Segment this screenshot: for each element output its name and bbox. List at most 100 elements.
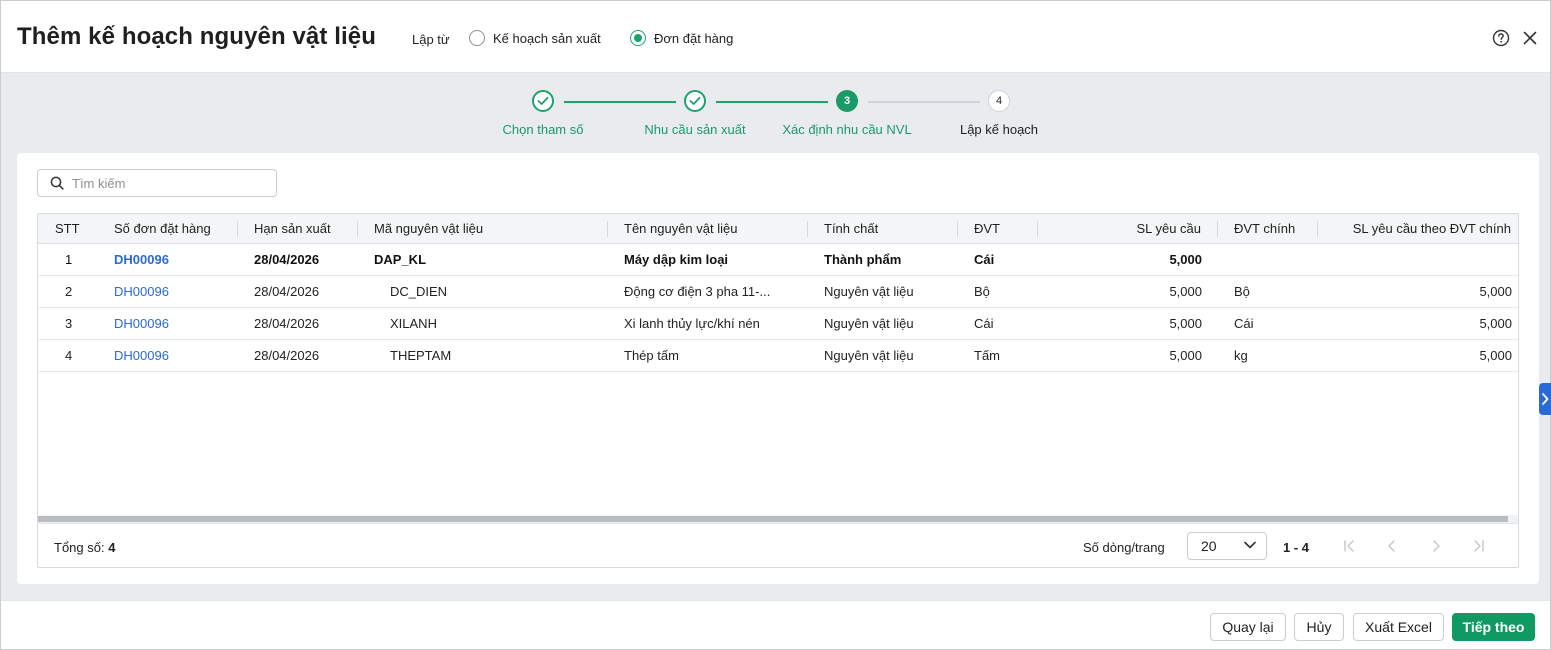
cell-deadline: 28/04/2026 <box>254 316 320 331</box>
total-label: Tổng số: <box>54 540 105 555</box>
scrollbar-thumb[interactable] <box>38 516 1508 522</box>
cell-nature: Thành phẩm <box>824 252 902 267</box>
column-header-material-code[interactable]: Mã nguyên vật liệu <box>374 214 483 244</box>
cell-nature: Nguyên vật liệu <box>824 348 914 363</box>
horizontal-scrollbar[interactable] <box>38 515 1518 523</box>
side-panel-toggle[interactable] <box>1539 383 1551 415</box>
grid-footer: Tổng số: 4 Số dòng/trang 20 1 - 4 <box>38 523 1518 567</box>
cell-material-name: Máy dập kim loại <box>624 252 729 267</box>
close-icon[interactable] <box>1521 29 1539 47</box>
cell-unit: Bộ <box>974 284 990 299</box>
prev-page-icon[interactable] <box>1383 537 1401 555</box>
table-row[interactable]: 2 DH00096 28/04/2026 DC_DIEN Động cơ điệ… <box>38 276 1518 308</box>
search-input[interactable] <box>72 175 262 191</box>
step-2-label: Nhu cầu sản xuất <box>644 122 746 137</box>
cell-qty: 5,000 <box>1169 316 1202 331</box>
page-range: 1 - 4 <box>1283 540 1310 555</box>
cell-main-unit: Bộ <box>1234 284 1250 299</box>
cell-order-link[interactable]: DH00096 <box>114 276 169 308</box>
cell-main-qty: 5,000 <box>1479 316 1512 331</box>
next-page-icon[interactable] <box>1427 537 1445 555</box>
step-3-number[interactable]: 3 <box>836 90 858 112</box>
cell-stt: 2 <box>65 284 73 299</box>
cell-material-code: THEPTAM <box>390 348 452 363</box>
cell-main-unit: kg <box>1234 348 1248 363</box>
chevron-right-icon <box>1542 393 1549 405</box>
column-separator[interactable] <box>237 221 238 237</box>
cell-stt: 4 <box>65 348 73 363</box>
radio-circle[interactable] <box>469 30 485 46</box>
search-box[interactable] <box>37 169 277 197</box>
radio-circle[interactable] <box>630 30 646 46</box>
cell-qty: 5,000 <box>1169 252 1202 267</box>
cell-nature: Nguyên vật liệu <box>824 316 914 331</box>
step-2-check-icon[interactable] <box>684 90 706 112</box>
step-connector <box>564 101 676 103</box>
cell-unit: Cái <box>974 252 995 267</box>
step-1-check-icon[interactable] <box>532 90 554 112</box>
column-header-material-name[interactable]: Tên nguyên vật liệu <box>624 214 737 244</box>
check-icon <box>689 96 701 105</box>
column-header-deadline[interactable]: Hạn sản xuất <box>254 214 331 244</box>
cell-order-link[interactable]: DH00096 <box>114 340 169 372</box>
content-card: STT Số đơn đặt hàng Hạn sản xuất Mã nguy… <box>17 153 1539 584</box>
cell-stt: 3 <box>65 316 73 331</box>
export-excel-button[interactable]: Xuất Excel <box>1353 613 1444 641</box>
column-separator[interactable] <box>1217 221 1218 237</box>
cell-order-link[interactable]: DH00096 <box>114 308 169 340</box>
source-label: Lập từ <box>412 32 450 47</box>
back-button[interactable]: Quay lại <box>1210 613 1286 641</box>
radio-sales-order[interactable]: Đơn đặt hàng <box>630 30 733 46</box>
step-connector <box>716 101 828 103</box>
cancel-button[interactable]: Hủy <box>1294 613 1344 641</box>
column-header-unit[interactable]: ĐVT <box>974 214 1000 244</box>
dialog-header: Thêm kế hoạch nguyên vật liệu Lập từ Kế … <box>1 1 1550 73</box>
first-page-icon[interactable] <box>1340 537 1358 555</box>
column-header-stt[interactable]: STT <box>55 214 80 244</box>
cell-deadline: 28/04/2026 <box>254 284 320 299</box>
column-separator[interactable] <box>357 221 358 237</box>
table-row[interactable]: 4 DH00096 28/04/2026 THEPTAM Thép tấm Ng… <box>38 340 1518 372</box>
column-header-nature[interactable]: Tính chất <box>824 214 878 244</box>
step-1-label: Chọn tham số <box>502 122 584 137</box>
chevron-down-icon <box>1244 541 1256 549</box>
check-icon <box>537 96 549 105</box>
column-header-qty[interactable]: SL yêu cầu <box>1038 214 1201 244</box>
step-connector <box>868 101 980 103</box>
last-page-icon[interactable] <box>1470 537 1488 555</box>
cell-qty: 5,000 <box>1169 348 1202 363</box>
cell-qty: 5,000 <box>1169 284 1202 299</box>
rows-per-page-select[interactable]: 20 <box>1187 532 1267 560</box>
data-grid: STT Số đơn đặt hàng Hạn sản xuất Mã nguy… <box>37 213 1519 568</box>
cell-stt: 1 <box>65 252 73 267</box>
cell-order-link[interactable]: DH00096 <box>114 244 169 276</box>
column-separator[interactable] <box>607 221 608 237</box>
dialog-title: Thêm kế hoạch nguyên vật liệu <box>17 23 376 50</box>
column-separator[interactable] <box>807 221 808 237</box>
cell-material-code: DC_DIEN <box>390 284 448 299</box>
radio-label: Đơn đặt hàng <box>654 30 734 46</box>
table-row[interactable]: 3 DH00096 28/04/2026 XILANH Xi lanh thủy… <box>38 308 1518 340</box>
total-count: Tổng số: 4 <box>54 540 115 555</box>
table-row[interactable]: 1 DH00096 28/04/2026 DAP_KL Máy dập kim … <box>38 244 1518 276</box>
step-4-label: Lập kế hoạch <box>959 122 1039 137</box>
next-button[interactable]: Tiếp theo <box>1452 613 1535 641</box>
cell-main-qty: 5,000 <box>1479 284 1512 299</box>
column-header-main-unit[interactable]: ĐVT chính <box>1234 214 1295 244</box>
radio-label: Kế hoạch sản xuất <box>493 30 601 46</box>
column-header-main-qty[interactable]: SL yêu cầu theo ĐVT chính <box>1318 214 1511 244</box>
cell-material-name: Động cơ điện 3 pha 11-... <box>624 284 771 299</box>
radio-production-plan[interactable]: Kế hoạch sản xuất <box>469 30 601 46</box>
cell-material-name: Thép tấm <box>624 348 679 363</box>
step-4-number[interactable]: 4 <box>988 90 1010 112</box>
column-separator[interactable] <box>957 221 958 237</box>
help-icon[interactable] <box>1492 29 1510 47</box>
step-3-label: Xác định nhu cầu NVL <box>782 122 912 137</box>
rows-per-page-value: 20 <box>1201 538 1217 554</box>
cell-nature: Nguyên vật liệu <box>824 284 914 299</box>
dialog-body: 3 4 Chọn tham số Nhu cầu sản xuất Xác đị… <box>1 73 1551 600</box>
cell-main-unit: Cái <box>1234 316 1254 331</box>
cell-unit: Tấm <box>974 348 1000 363</box>
cell-material-name: Xi lanh thủy lực/khí nén <box>624 316 760 331</box>
column-header-order-no[interactable]: Số đơn đặt hàng <box>114 214 211 244</box>
